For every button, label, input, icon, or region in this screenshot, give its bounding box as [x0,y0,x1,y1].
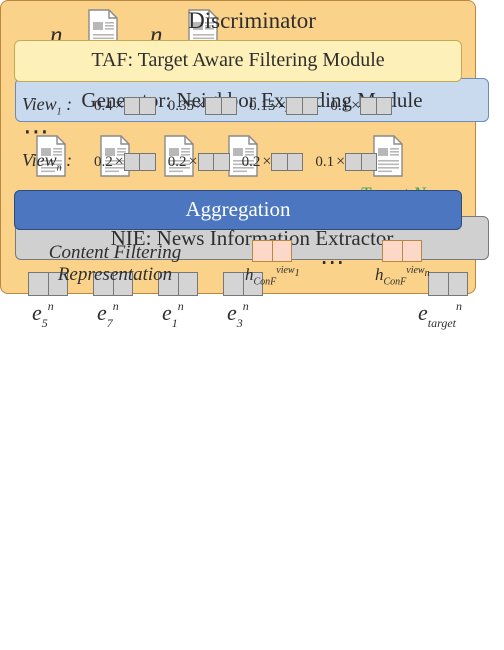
emb-sm [124,97,156,115]
embedding-box-peach [382,240,422,262]
viewn-w2: 0.2 [242,154,261,171]
viewn-w3: 0.1 [315,154,334,171]
embedding-box-peach [252,240,292,262]
emb-sm [124,153,156,171]
aggregation-module: Aggregation [14,190,462,230]
label-etarget: etargetn [418,300,462,329]
taf-module: TAF: Target Aware Filtering Module [14,40,462,82]
cf-output-n-label: hConFviewn [375,265,430,287]
content-filtering-label: Content Filtering Representation [25,242,205,286]
cf-output-1: hConFview1 [245,240,300,287]
label-e5: e5n [32,300,54,329]
view1-label: View1 : [22,94,88,118]
view-ellipsis: ⋯ [23,126,46,138]
view1-w0: 0.4 [94,98,113,115]
emb-sm [360,97,392,115]
view1-w2: 0.15 [249,98,275,115]
taf-label: TAF: Target Aware Filtering Module [91,41,384,72]
label-e3: e3n [227,300,249,329]
embedding-box-target [428,272,468,296]
emb-sm [198,153,230,171]
aggregation-label: Aggregation [186,191,291,222]
emb-sm [345,153,377,171]
view-row-1: View1 : 0.4× 0.35× 0.15× 0.1× [22,94,472,118]
emb-sm [205,97,237,115]
emb-sm [286,97,318,115]
viewn-w0: 0.2 [94,154,113,171]
cf-ellipsis: ⋯ [320,248,344,276]
emb-sm [271,153,303,171]
viewn-w1: 0.2 [168,154,187,171]
label-e1: e1n [162,300,184,329]
view-row-n: Viewn : 0.2× 0.2× 0.2× 0.1× [22,150,472,174]
label-e7: e7n [97,300,119,329]
view1-w3: 0.1 [330,98,349,115]
cf-output-n: hConFviewn [375,240,430,287]
viewn-label: Viewn : [22,150,88,174]
view1-w1: 0.35 [168,98,194,115]
cf-output-1-label: hConFview1 [245,265,300,287]
discriminator-title: Discriminator [0,8,504,34]
diagram-canvas: n5 n7 Generator: Neighbor Expanding Modu… [0,0,504,650]
